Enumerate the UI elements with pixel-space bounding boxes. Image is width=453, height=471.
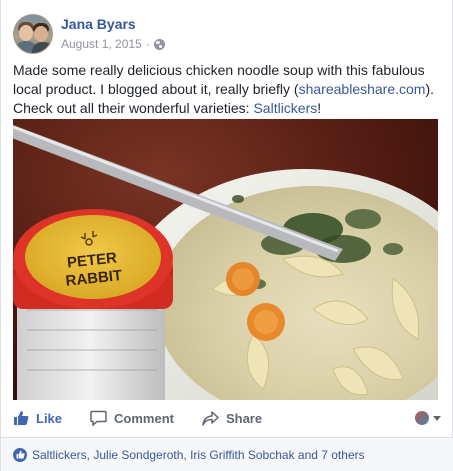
like-badge-icon: [13, 447, 27, 462]
likes-summary-bar[interactable]: Saltlickers, Julie Sondgeroth, Iris Grif…: [1, 438, 453, 471]
post-text: Made some really delicious chicken noodl…: [13, 61, 443, 118]
post-subline: August 1, 2015 ·: [61, 37, 165, 51]
like-label: Like: [36, 410, 63, 426]
post-photo[interactable]: PETER RABBIT: [13, 119, 438, 400]
author-name[interactable]: Jana Byars: [61, 15, 165, 33]
thumbs-up-icon: [13, 410, 29, 426]
share-button[interactable]: Share: [202, 411, 262, 426]
blog-link[interactable]: shareableshare.com: [299, 81, 426, 97]
post-meta: Jana Byars August 1, 2015 ·: [61, 15, 165, 51]
saltlickers-link[interactable]: Saltlickers: [253, 100, 317, 116]
share-label: Share: [225, 410, 263, 426]
separator: ·: [145, 37, 150, 51]
post-as-selector[interactable]: [415, 411, 441, 425]
comment-label: Comment: [114, 410, 174, 426]
like-button[interactable]: Like: [13, 410, 62, 426]
action-bar: Like Comment Share: [13, 403, 441, 433]
avatar[interactable]: [13, 14, 53, 54]
share-arrow-icon: [202, 410, 219, 426]
reactor-avatar: [415, 411, 429, 425]
comment-button[interactable]: Comment: [90, 410, 174, 426]
post-card: Jana Byars August 1, 2015 · Made some re…: [0, 0, 453, 471]
post-text-part3: !: [317, 100, 322, 116]
comment-icon: [90, 410, 107, 426]
caret-down-icon: [433, 415, 441, 421]
post-header: Jana Byars August 1, 2015 ·: [13, 14, 165, 54]
post-date[interactable]: August 1, 2015: [61, 37, 142, 51]
globe-icon[interactable]: [153, 39, 165, 50]
likes-summary-text[interactable]: Saltlickers, Julie Sondgeroth, Iris Grif…: [32, 448, 365, 462]
